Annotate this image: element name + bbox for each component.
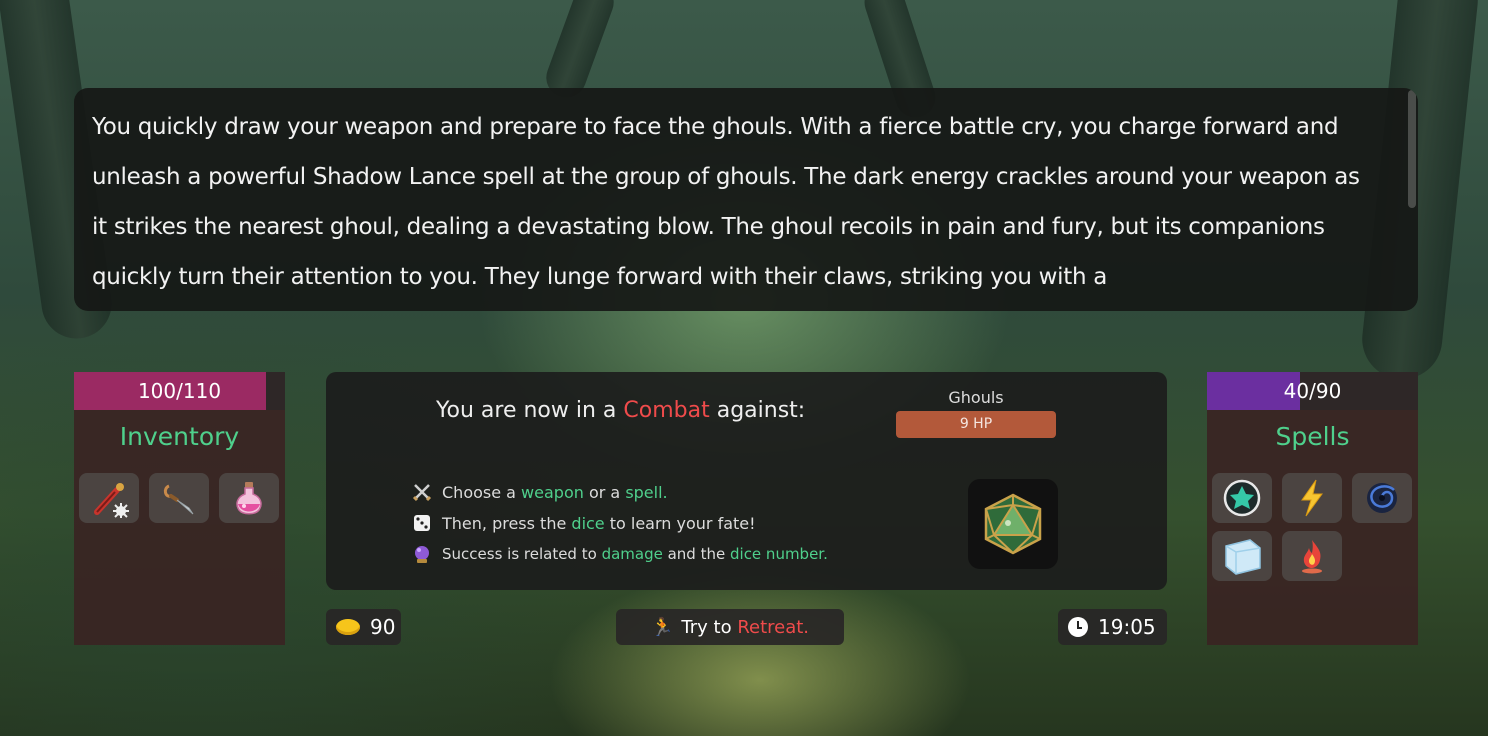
inventory-panel: 100/110 Inventory — [74, 372, 285, 645]
gold-value: 90 — [370, 615, 396, 639]
inventory-slot-mace[interactable] — [79, 473, 139, 523]
spells-panel: 40/90 Spells — [1207, 372, 1418, 645]
instruction-highlight: dice number. — [730, 545, 828, 563]
inventory-slot-dagger[interactable] — [149, 473, 209, 523]
potion-icon — [236, 482, 262, 515]
shadow-lance-icon — [1223, 479, 1261, 517]
retreat-label: Try to — [681, 616, 738, 638]
spells-title: Spells — [1275, 422, 1350, 451]
combat-heading-prefix: You are now in a — [436, 398, 624, 423]
clock-icon — [1068, 617, 1088, 637]
health-value: 100/110 — [137, 379, 222, 403]
gold-counter: 90 — [326, 609, 401, 645]
vortex-icon — [1367, 483, 1397, 513]
instruction-text: to learn your fate! — [604, 513, 756, 533]
instruction-text: Then, press the — [442, 513, 572, 533]
swords-icon — [412, 482, 432, 502]
mana-value: 40/90 — [1283, 379, 1342, 403]
instruction-dice: Then, press the dice to learn your fate! — [412, 513, 756, 533]
instruction-text: Choose a — [442, 482, 522, 502]
spell-slot-vortex[interactable] — [1352, 473, 1412, 523]
inventory-title: Inventory — [119, 422, 240, 451]
spell-slot-lightning[interactable] — [1282, 473, 1342, 523]
spell-slot-fire[interactable] — [1282, 531, 1342, 581]
gold-coin-icon — [336, 619, 360, 635]
ice-block-icon — [1225, 539, 1261, 575]
dice-icon — [412, 513, 432, 533]
retreat-keyword: Retreat. — [737, 616, 810, 638]
spell-slot-shadow-lance[interactable] — [1212, 473, 1272, 523]
crystal-ball-icon — [412, 544, 432, 564]
dagger-icon — [163, 484, 194, 515]
lightning-icon — [1301, 479, 1323, 517]
instruction-success: Success is related to damage and the dic… — [412, 544, 828, 564]
mace-icon — [94, 483, 129, 518]
retreat-button[interactable]: 🏃 Try to Retreat. — [616, 609, 844, 645]
combat-heading: You are now in a Combat against: — [436, 398, 805, 423]
instruction-highlight: damage — [601, 545, 663, 563]
game-clock: 19:05 — [1058, 609, 1167, 645]
instruction-highlight: spell. — [625, 482, 668, 502]
inventory-slot-potion[interactable] — [219, 473, 279, 523]
combat-heading-suffix: against: — [709, 398, 806, 423]
time-value: 19:05 — [1098, 615, 1156, 639]
enemy-hp-bar: 9 HP — [896, 411, 1056, 438]
combat-keyword: Combat — [623, 398, 710, 423]
story-text-box[interactable]: You quickly draw your weapon and prepare… — [74, 88, 1418, 311]
running-person-icon: 🏃 — [650, 616, 674, 638]
spell-slot-ice[interactable] — [1212, 531, 1272, 581]
instruction-text: and the — [662, 545, 730, 563]
d20-icon — [984, 493, 1042, 555]
mana-bar: 40/90 — [1207, 372, 1418, 410]
enemy-name: Ghouls — [948, 388, 1004, 407]
story-text: You quickly draw your weapon and prepare… — [92, 114, 1360, 290]
instruction-text: or a — [583, 482, 626, 502]
instruction-text: Success is related to — [442, 545, 602, 563]
instruction-highlight: weapon — [521, 482, 584, 502]
instruction-choose: Choose a weapon or a spell. — [412, 482, 668, 502]
story-scrollbar[interactable] — [1408, 90, 1416, 208]
instruction-highlight: dice — [571, 513, 605, 533]
roll-dice-button[interactable] — [968, 479, 1058, 569]
combat-panel: You are now in a Combat against: Ghouls … — [326, 372, 1167, 590]
fire-icon — [1302, 540, 1322, 574]
health-bar: 100/110 — [74, 372, 285, 410]
